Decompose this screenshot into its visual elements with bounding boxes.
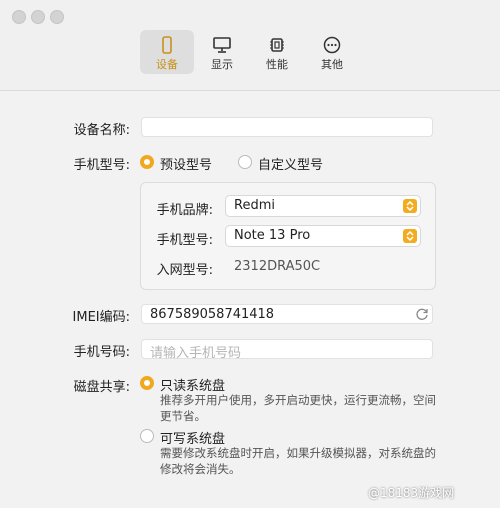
phone-number-input[interactable]: 请输入手机号码 <box>141 339 433 361</box>
readonly-disk-desc-line2: 更节省。 <box>160 409 206 423</box>
phone-model-label: 手机型号: <box>156 233 213 248</box>
tab-device-label: 设备 <box>156 58 178 71</box>
minimize-window-button[interactable] <box>31 10 45 24</box>
custom-model-text: 自定义型号 <box>258 158 324 173</box>
readonly-disk-radio[interactable] <box>140 376 154 390</box>
model-type-label: 手机型号: <box>73 158 130 173</box>
phone-model-value: Note 13 Pro <box>234 228 311 243</box>
preset-model-panel: 手机品牌: Redmi 手机型号: Note 13 Pro 入网型号: 2312… <box>140 182 436 290</box>
monitor-icon <box>213 37 231 53</box>
network-model-value: 2312DRA50C <box>234 259 321 274</box>
tab-device[interactable]: 设备 <box>140 30 194 74</box>
phone-icon <box>162 36 172 54</box>
tab-display[interactable]: 显示 <box>195 30 249 74</box>
imei-label: IMEI编码: <box>72 310 130 325</box>
tab-performance[interactable]: 性能 <box>250 30 304 74</box>
chip-icon <box>270 38 284 52</box>
more-icon <box>323 36 341 54</box>
tab-other-label: 其他 <box>321 58 343 71</box>
phone-number-label: 手机号码: <box>73 345 130 360</box>
watermark: @18183游戏网 <box>368 486 455 500</box>
tab-performance-label: 性能 <box>266 58 288 71</box>
preset-model-text: 预设型号 <box>160 158 213 173</box>
writable-disk-desc-line1: 需要修改系统盘时开启，如果升级模拟器，对系统盘的 <box>160 446 436 460</box>
tab-display-label: 显示 <box>211 58 233 71</box>
disk-share-label: 磁盘共享: <box>73 380 130 395</box>
brand-label: 手机品牌: <box>156 203 213 218</box>
custom-model-radio[interactable] <box>238 155 252 169</box>
readonly-disk-desc-line1: 推荐多开用户使用，多开启动更快，运行更流畅，空间 <box>160 393 436 407</box>
brand-value: Redmi <box>234 198 275 213</box>
toolbar: 设备 显示 性能 其他 <box>0 0 500 91</box>
preset-model-radio[interactable] <box>140 155 154 169</box>
brand-select[interactable]: Redmi <box>225 195 421 217</box>
brand-stepper-icon <box>403 199 417 213</box>
settings-window: 设备 显示 性能 其他 设备名称: 手机型号: 预设型号 自定义型号 手机品牌:… <box>0 0 500 508</box>
network-model-label: 入网型号: <box>156 263 213 278</box>
writable-disk-desc-line2: 修改将会消失。 <box>160 462 241 476</box>
zoom-window-button[interactable] <box>50 10 64 24</box>
phone-number-placeholder: 请输入手机号码 <box>150 346 242 361</box>
refresh-icon[interactable] <box>415 307 429 321</box>
device-name-input[interactable] <box>141 117 433 137</box>
tab-other[interactable]: 其他 <box>305 30 359 74</box>
device-name-label: 设备名称: <box>73 123 130 138</box>
imei-value: 867589058741418 <box>150 307 275 322</box>
phone-model-select[interactable]: Note 13 Pro <box>225 225 421 247</box>
close-window-button[interactable] <box>12 10 26 24</box>
writable-disk-radio[interactable] <box>140 429 154 443</box>
imei-input[interactable]: 867589058741418 <box>141 304 433 324</box>
phone-model-stepper-icon <box>403 229 417 243</box>
